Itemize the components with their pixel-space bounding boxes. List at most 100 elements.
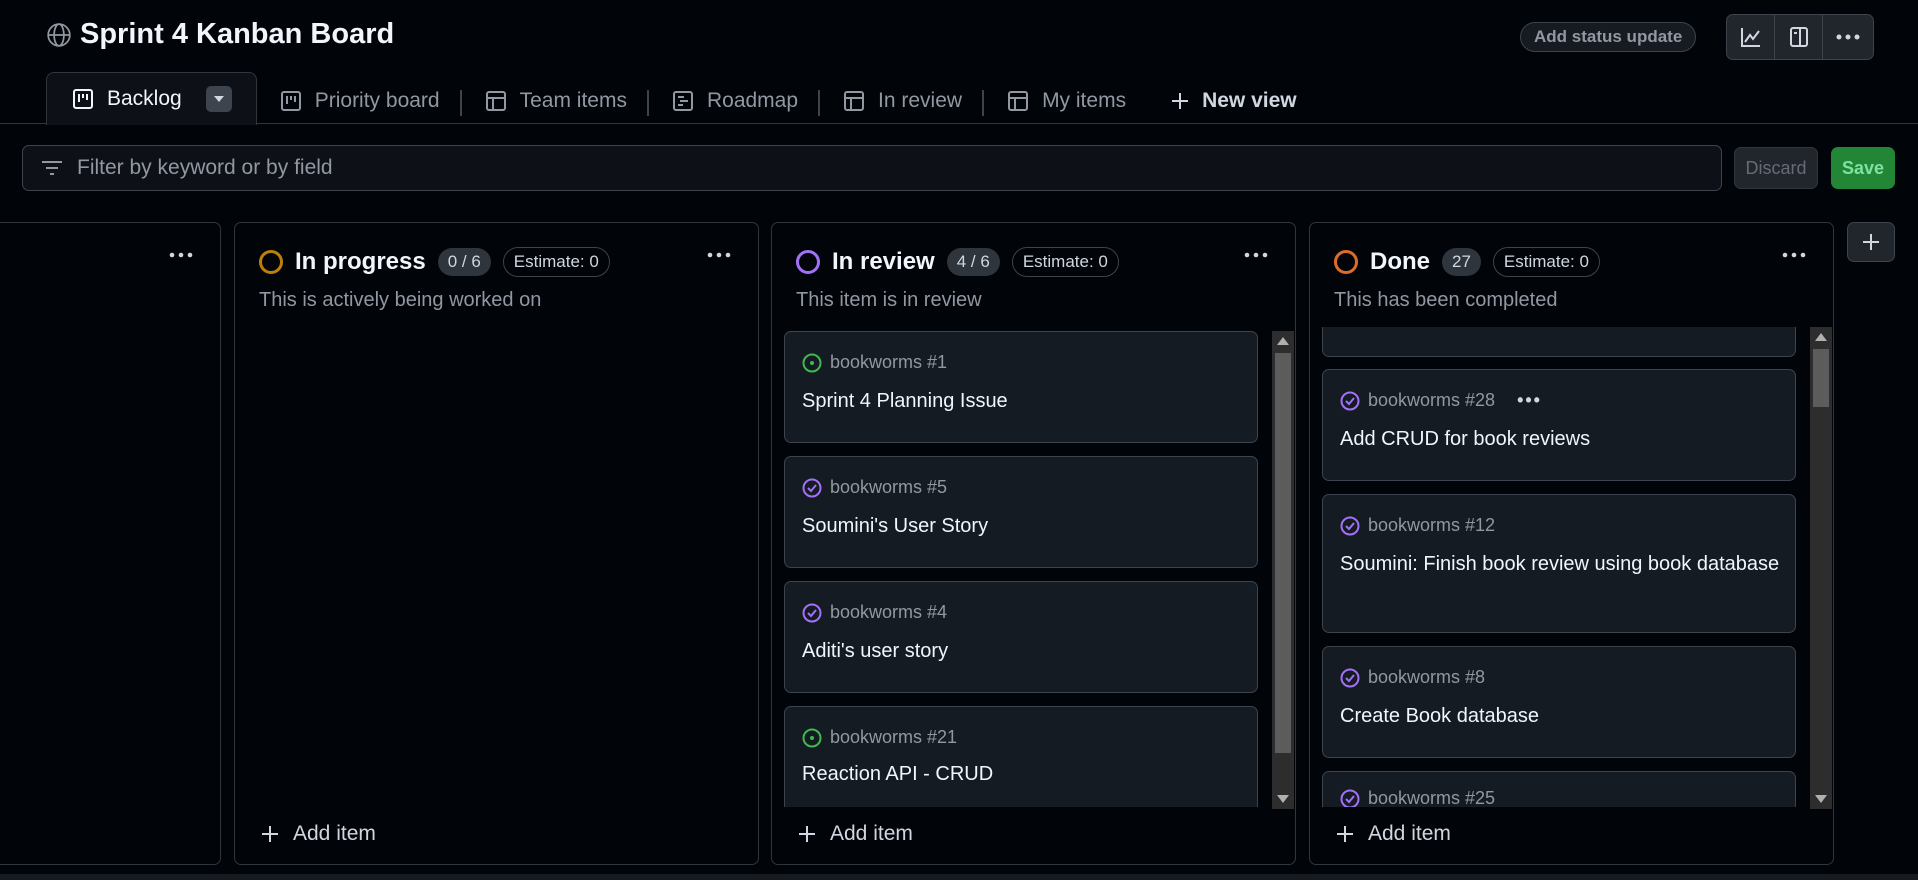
filter-icon — [42, 161, 62, 175]
tab-team-items[interactable]: Team items — [462, 77, 649, 125]
tab-label: New view — [1202, 89, 1297, 112]
estimate-badge: Estimate: 0 — [502, 247, 610, 277]
tab-in-review[interactable]: In review — [820, 77, 985, 125]
board-icon — [280, 91, 301, 111]
card-title[interactable]: Soumini: Finish book review using book d… — [1340, 551, 1780, 578]
column-count: 0 / 6 — [437, 248, 491, 276]
column-menu-icon[interactable] — [706, 251, 732, 259]
issue-closed-icon — [802, 478, 822, 497]
card-meta: bookworms #8 — [1340, 667, 1485, 688]
header-icon-group — [1726, 14, 1874, 60]
add-item-label: Add item — [1368, 822, 1451, 845]
issue-card[interactable]: bookworms #8 Create Book database — [1322, 646, 1796, 758]
scroll-thumb[interactable] — [1813, 349, 1829, 407]
issue-closed-icon — [1340, 789, 1360, 807]
insights-button[interactable] — [1727, 15, 1775, 59]
plus-icon — [1337, 826, 1353, 842]
issue-closed-icon — [1340, 668, 1360, 687]
card-meta: bookworms #5 — [802, 477, 947, 498]
card-title[interactable]: Sprint 4 Planning Issue — [802, 388, 1242, 415]
project-header: Sprint 4 Kanban Board Add status update — [0, 0, 1918, 125]
tab-label: In review — [878, 89, 963, 112]
discard-button[interactable]: Discard — [1734, 147, 1818, 189]
column-scrollbar[interactable] — [1272, 331, 1294, 809]
add-item-label: Add item — [293, 822, 376, 845]
tab-label: Backlog — [107, 87, 182, 110]
tab-my-items[interactable]: My items — [984, 77, 1148, 125]
card-meta: bookworms #25 — [1340, 788, 1495, 807]
issue-card[interactable]: bookworms #25 — [1322, 771, 1796, 807]
scroll-down-arrow-icon[interactable] — [1815, 795, 1827, 803]
graph-icon — [1740, 28, 1760, 47]
card-ref: bookworms #8 — [1368, 667, 1486, 687]
issue-card[interactable]: bookworms #12 Soumini: Finish book revie… — [1322, 494, 1796, 633]
save-button[interactable]: Save — [1831, 147, 1895, 189]
column-menu-icon[interactable] — [1781, 251, 1807, 259]
column-menu-icon[interactable] — [1243, 251, 1269, 259]
card-ref: bookworms #1 — [830, 352, 948, 372]
plus-icon — [799, 826, 815, 842]
card-meta: bookworms #28 ••• — [1340, 390, 1542, 411]
card-ref: bookworms #28 — [1368, 390, 1496, 410]
add-item-label: Add item — [830, 822, 913, 845]
card-title[interactable]: Create Book database — [1340, 703, 1780, 730]
issue-card-partial[interactable] — [1322, 327, 1796, 357]
title-row: Sprint 4 Kanban Board — [46, 18, 394, 51]
issue-card[interactable]: bookworms #5 Soumini's User Story — [784, 456, 1258, 568]
tab-priority-board[interactable]: Priority board — [257, 77, 462, 125]
add-column-button[interactable] — [1847, 222, 1895, 262]
add-item-button[interactable]: Add item — [798, 822, 913, 846]
plus-icon — [262, 826, 278, 842]
add-item-button[interactable]: Add item — [261, 822, 376, 846]
column-menu-icon[interactable] — [168, 251, 194, 259]
horizontal-scrollbar[interactable] — [0, 874, 1918, 880]
issue-closed-icon — [802, 603, 822, 622]
issue-closed-icon — [1340, 391, 1360, 410]
board-column-done: Done 27 Estimate: 0 This has been comple… — [1309, 222, 1834, 865]
more-options-button[interactable] — [1823, 15, 1873, 59]
column-scrollbar[interactable] — [1810, 327, 1832, 809]
scroll-up-arrow-icon[interactable] — [1815, 333, 1827, 341]
scroll-down-arrow-icon[interactable] — [1277, 795, 1289, 803]
column-count: 4 / 6 — [946, 248, 1000, 276]
tab-label: Team items — [519, 89, 627, 112]
status-circle-icon — [796, 250, 820, 274]
add-status-update-button[interactable]: Add status update — [1520, 22, 1697, 52]
scroll-up-arrow-icon[interactable] — [1277, 337, 1289, 345]
board-column-in-progress: In progress 0 / 6 Estimate: 0 This is ac… — [234, 222, 759, 865]
column-count: 27 — [1442, 248, 1481, 276]
issue-opened-icon — [802, 353, 822, 372]
filter-bar[interactable] — [22, 145, 1722, 191]
card-title[interactable]: Reaction API - CRUD — [802, 761, 1242, 788]
card-ref: bookworms #25 — [1368, 788, 1496, 807]
tab-options-button[interactable] — [205, 86, 232, 112]
card-title[interactable]: Soumini's User Story — [802, 513, 1242, 540]
issue-closed-icon — [1340, 516, 1360, 535]
new-view-button[interactable]: New view — [1148, 77, 1319, 125]
issue-card[interactable]: bookworms #28 ••• Add CRUD for book revi… — [1322, 369, 1796, 481]
filter-input[interactable] — [77, 156, 1677, 180]
issue-card[interactable]: bookworms #21 Reaction API - CRUD — [784, 706, 1258, 807]
tab-label: Priority board — [314, 89, 440, 112]
table-icon — [485, 91, 506, 111]
board-icon — [73, 89, 93, 109]
table-icon — [844, 91, 865, 111]
status-circle-icon — [1334, 250, 1358, 274]
column-description: This has been completed — [1334, 289, 1558, 311]
tab-backlog[interactable]: Backlog — [46, 72, 257, 125]
roadmap-icon — [672, 91, 693, 111]
issue-card[interactable]: bookworms #4 Aditi's user story — [784, 581, 1258, 693]
add-item-button[interactable]: Add item — [1336, 822, 1451, 846]
side-panel-button[interactable] — [1775, 15, 1823, 59]
issue-card[interactable]: bookworms #1 Sprint 4 Planning Issue — [784, 331, 1258, 443]
tab-roadmap[interactable]: Roadmap — [649, 77, 821, 125]
column-header: In progress 0 / 6 Estimate: 0 — [259, 247, 610, 277]
column-header: Done 27 Estimate: 0 — [1334, 247, 1600, 277]
card-meta: bookworms #21 — [802, 727, 957, 748]
card-title[interactable]: Aditi's user story — [802, 638, 1242, 665]
estimate-badge: Estimate: 0 — [1492, 247, 1600, 277]
column-description: This is actively being worked on — [259, 289, 542, 311]
scroll-thumb[interactable] — [1275, 353, 1291, 753]
card-title[interactable]: Add CRUD for book reviews — [1340, 426, 1780, 453]
card-menu-icon[interactable]: ••• — [1517, 390, 1542, 411]
